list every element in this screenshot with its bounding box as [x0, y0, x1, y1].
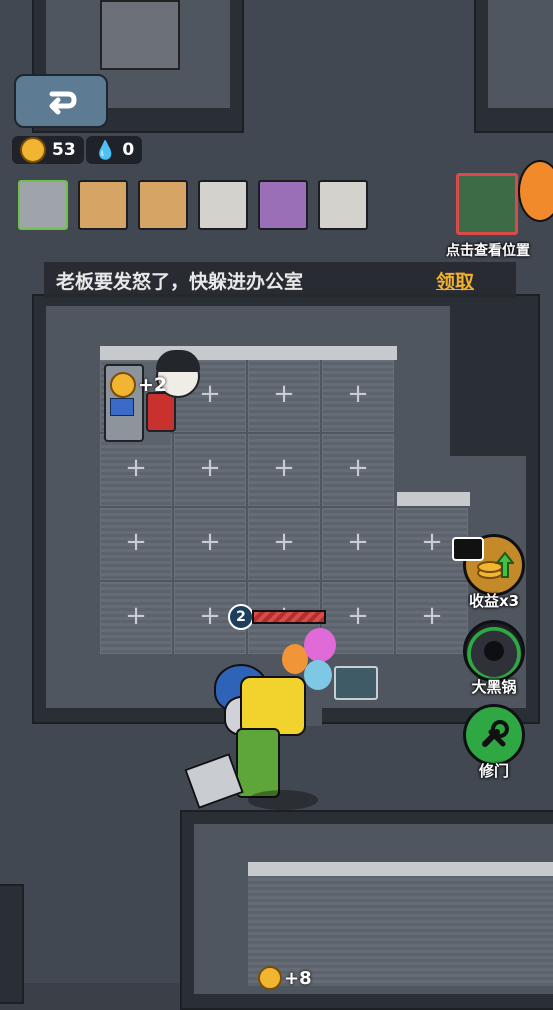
wrench-icon: [482, 720, 509, 747]
player-hp-bar: [252, 610, 326, 624]
room-top-ledge: [100, 346, 397, 360]
avatar-female-2[interactable]: [138, 180, 188, 230]
character-roster: [18, 180, 368, 230]
empty-slot[interactable]: [100, 434, 172, 506]
boss-vest: [240, 676, 306, 736]
coin-counter: 53: [12, 136, 84, 164]
black-pot-icon: [484, 641, 504, 661]
water-drop-icon: 💧: [94, 139, 117, 161]
left-wall-fragment: [0, 884, 24, 1004]
boss-locator-avatar[interactable]: [456, 173, 518, 235]
repair-door-button[interactable]: 修门: [454, 704, 534, 781]
avatar-female-3[interactable]: [258, 180, 308, 230]
empty-slot[interactable]: [248, 360, 320, 432]
empty-slot[interactable]: [248, 434, 320, 506]
avatar-male-1[interactable]: [198, 180, 248, 230]
desk-laptop: [110, 398, 134, 416]
empty-slot[interactable]: [174, 508, 246, 580]
empty-slot[interactable]: [322, 508, 394, 580]
top-right-room-floor: [488, 0, 553, 108]
door-sign-icon: [334, 666, 378, 700]
avatar-female-1[interactable]: [78, 180, 128, 230]
office-chair: [146, 392, 176, 432]
balloon-blue: [304, 660, 332, 690]
return-arrow-icon: [49, 91, 77, 115]
avatar-male-2[interactable]: [318, 180, 368, 230]
coin-icon: [258, 966, 282, 990]
boss-shadow: [248, 790, 318, 810]
coin-icon: [20, 137, 46, 163]
black-pot-button[interactable]: 大黑锅: [454, 620, 534, 697]
avatar-self[interactable]: [18, 180, 68, 230]
top-desk: [100, 0, 180, 70]
boss-legs: [236, 728, 280, 798]
empty-slot[interactable]: [100, 508, 172, 580]
claim-link[interactable]: 领取: [436, 267, 474, 294]
bottom-room-ledge: [248, 862, 553, 876]
balloon-pink: [304, 628, 336, 662]
back-button[interactable]: [14, 74, 108, 128]
empty-slot[interactable]: [248, 508, 320, 580]
water-counter: 💧 0: [86, 136, 143, 164]
locate-label[interactable]: 点击查看位置: [430, 240, 546, 260]
bottom-income-popup: +8: [258, 966, 312, 990]
task-banner: 老板要发怒了，快躲进办公室 领取: [44, 262, 516, 298]
player-level-badge: 2: [228, 604, 254, 630]
coin-icon: [110, 372, 136, 398]
empty-slot[interactable]: [322, 434, 394, 506]
video-ad-icon: [452, 537, 484, 561]
task-message: 老板要发怒了，快躲进办公室: [56, 270, 304, 293]
income-popup: +2: [110, 372, 167, 398]
player-level-bar: 2: [228, 604, 326, 630]
empty-slot[interactable]: [322, 360, 394, 432]
empty-slot[interactable]: [174, 434, 246, 506]
empty-slot[interactable]: [100, 582, 172, 654]
